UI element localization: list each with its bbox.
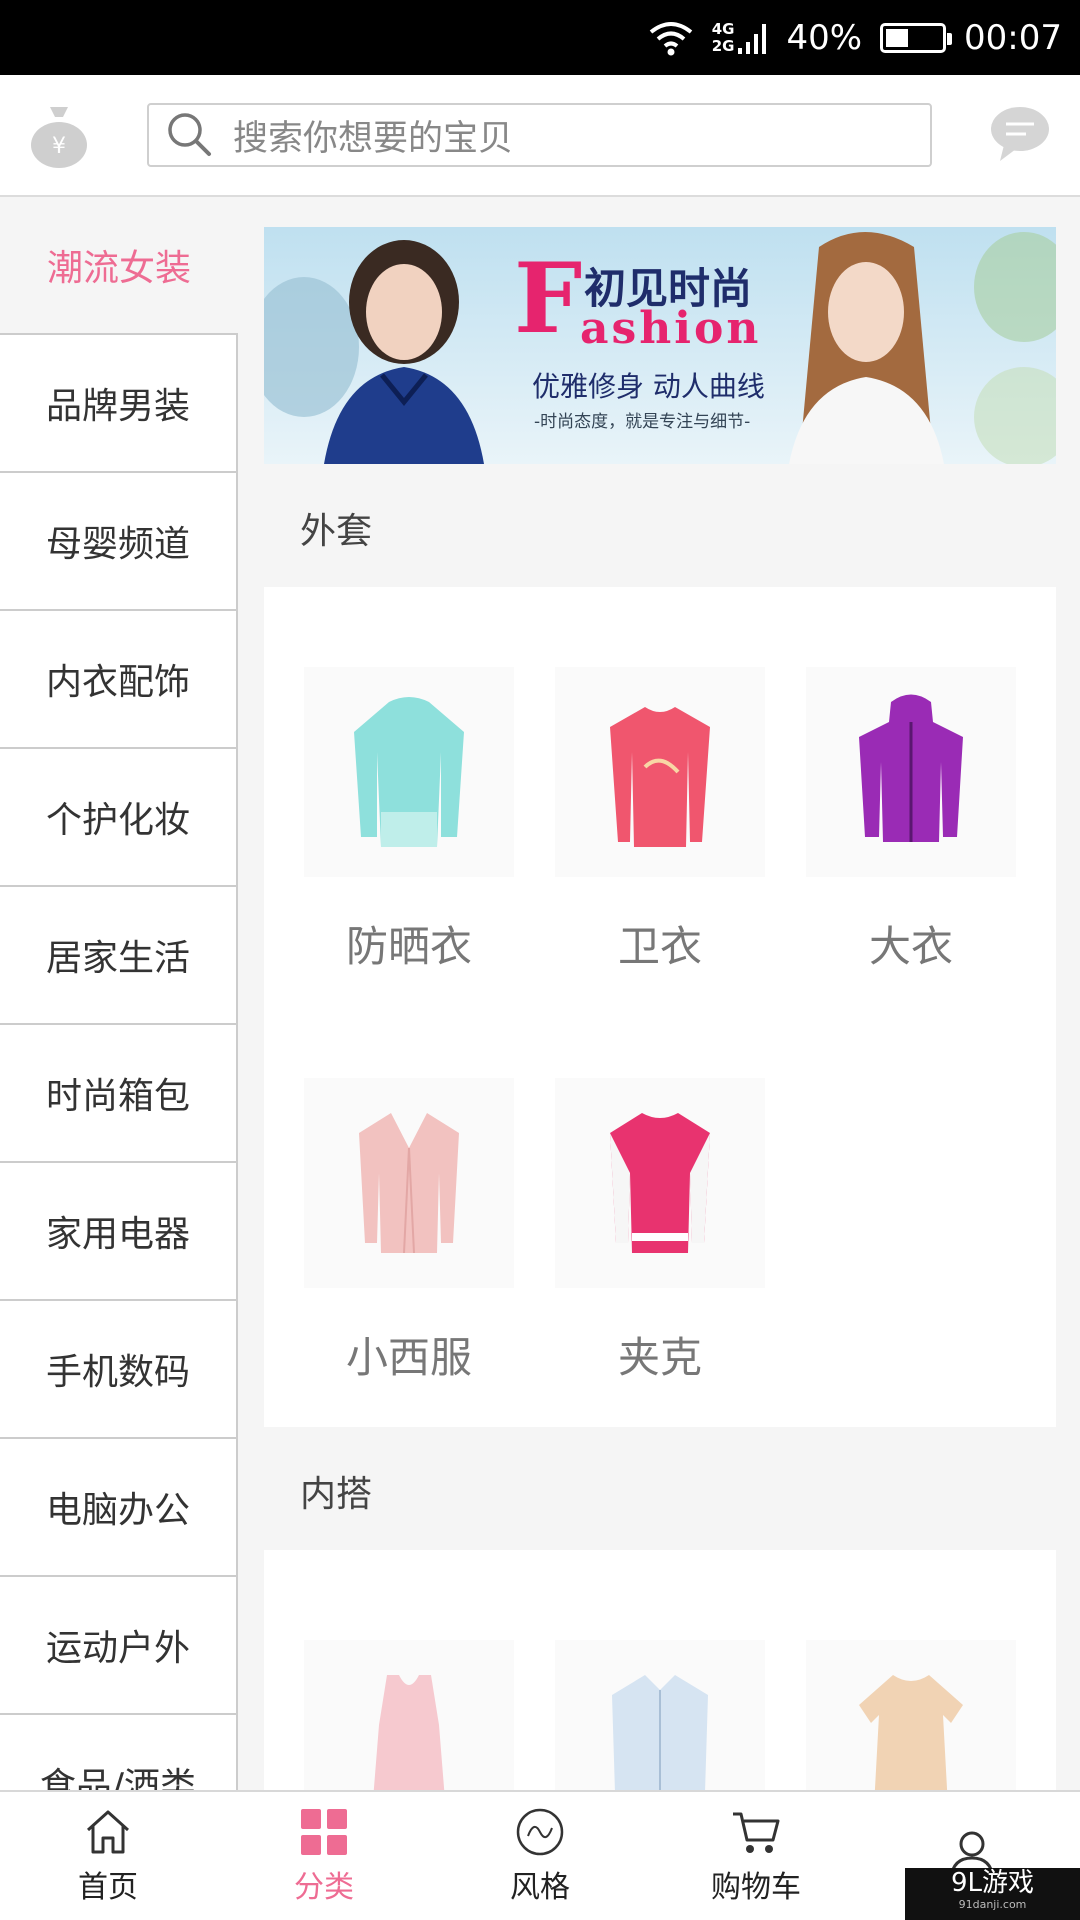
sidebar-item-sports[interactable]: 运动户外	[0, 1577, 238, 1715]
wifi-icon	[649, 21, 692, 55]
message-icon[interactable]	[990, 105, 1050, 163]
category-content: F 初见时尚 ashion 优雅修身 动人曲线 -时尚态度，就是专注与细节- 外…	[240, 197, 1080, 1790]
category-icon	[301, 1809, 347, 1855]
nav-style[interactable]: 风格	[432, 1792, 648, 1920]
battery-percent: 40%	[786, 17, 863, 58]
money-bag-icon[interactable]: ¥	[30, 103, 88, 169]
nav-home[interactable]: 首页	[0, 1792, 216, 1920]
sidebar-item-women[interactable]: 潮流女装	[0, 197, 238, 335]
style-icon	[516, 1808, 564, 1856]
svg-text:¥: ¥	[52, 134, 66, 159]
search-input[interactable]: 搜索你想要的宝贝	[147, 103, 932, 167]
home-icon	[86, 1810, 130, 1854]
sidebar-item-food[interactable]: 食品/酒类	[0, 1715, 238, 1790]
search-placeholder: 搜索你想要的宝贝	[233, 118, 514, 159]
item-label: 大衣	[868, 922, 953, 971]
category-item[interactable]: 夹克	[555, 1078, 765, 1385]
category-sidebar: 潮流女装 品牌男装 母婴频道 内衣配饰 个护化妆 居家生活 时尚箱包 家用电器 …	[0, 197, 240, 1790]
sidebar-item-appliances[interactable]: 家用电器	[0, 1163, 238, 1301]
category-item[interactable]	[555, 1640, 765, 1790]
sidebar-item-home[interactable]: 居家生活	[0, 887, 238, 1025]
cart-icon	[733, 1812, 780, 1853]
category-item[interactable]	[304, 1640, 514, 1790]
item-image	[304, 1640, 514, 1790]
nav-category[interactable]: 分类	[216, 1792, 432, 1920]
sidebar-item-cosmetics[interactable]: 个护化妆	[0, 749, 238, 887]
nav-home-label: 首页	[78, 1870, 138, 1905]
battery-icon	[880, 22, 953, 53]
nav-style-label: 风格	[510, 1870, 570, 1905]
sidebar-item-underwear[interactable]: 内衣配饰	[0, 611, 238, 749]
category-item[interactable]: 大衣	[806, 667, 1016, 974]
nav-category-label: 分类	[294, 1870, 354, 1905]
watermark-main: 9L游戏	[950, 1868, 1035, 1898]
sidebar-item-computers[interactable]: 电脑办公	[0, 1439, 238, 1577]
item-image	[806, 667, 1016, 877]
signal-icon	[738, 23, 767, 54]
section-title-innerwear: 内搭	[300, 1474, 373, 1515]
item-label: 防晒衣	[345, 922, 472, 971]
sidebar-item-men[interactable]: 品牌男装	[0, 335, 238, 473]
net-bottom-label: 2G	[711, 36, 735, 55]
clock: 00:07	[964, 17, 1062, 58]
nav-cart-label: 购物车	[711, 1870, 801, 1905]
sidebar-item-phones[interactable]: 手机数码	[0, 1301, 238, 1439]
outerwear-panel: 防晒衣 卫衣 大衣 小西服 夹克	[264, 587, 1056, 1427]
net-top-label: 4G	[711, 19, 735, 38]
category-item[interactable]: 防晒衣	[304, 667, 514, 974]
sidebar-item-baby[interactable]: 母婴频道	[0, 473, 238, 611]
nav-cart[interactable]: 购物车	[648, 1792, 864, 1920]
item-image	[806, 1640, 1016, 1790]
watermark: 9L游戏 91danji.com	[905, 1868, 1080, 1920]
category-item[interactable]: 卫衣	[555, 667, 765, 974]
banner-tagline: -时尚态度，就是专注与细节-	[534, 412, 751, 432]
network-indicator: 4G 2G	[712, 20, 769, 56]
innerwear-panel	[264, 1550, 1056, 1790]
item-image	[555, 1640, 765, 1790]
sidebar-item-bags[interactable]: 时尚箱包	[0, 1025, 238, 1163]
banner-letter: F	[514, 242, 583, 355]
banner-title-en: ashion	[580, 303, 762, 354]
watermark-sub: 91danji.com	[958, 1898, 1027, 1911]
promo-banner[interactable]: F 初见时尚 ashion 优雅修身 动人曲线 -时尚态度，就是专注与细节-	[264, 227, 1056, 464]
item-image	[555, 667, 765, 877]
item-image	[555, 1078, 765, 1288]
top-bar: ¥ 搜索你想要的宝贝	[0, 75, 1080, 197]
category-item[interactable]: 小西服	[304, 1078, 514, 1385]
item-label: 夹克	[617, 1333, 702, 1382]
item-label: 小西服	[345, 1333, 472, 1382]
section-title-outerwear: 外套	[300, 511, 373, 552]
search-icon	[168, 113, 211, 156]
banner-subtitle: 优雅修身 动人曲线	[532, 370, 765, 403]
item-image	[304, 1078, 514, 1288]
category-item[interactable]	[806, 1640, 1016, 1790]
item-label: 卫衣	[617, 922, 702, 971]
item-image	[304, 667, 514, 877]
status-bar: 4G 2G 40% 00:07	[0, 0, 1080, 75]
